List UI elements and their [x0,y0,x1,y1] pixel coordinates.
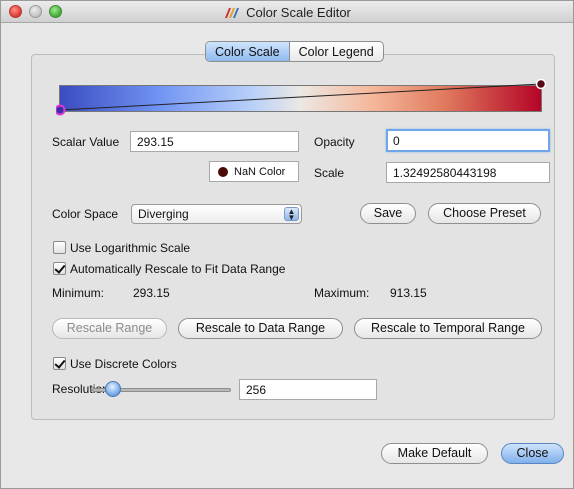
log-scale-checkbox[interactable] [53,241,66,254]
window-title-group: Color Scale Editor [1,5,573,22]
tab-color-scale[interactable]: Color Scale [206,42,290,61]
choose-preset-button[interactable]: Choose Preset [428,203,541,224]
make-default-button[interactable]: Make Default [381,443,488,464]
discrete-colors-checkbox[interactable] [53,357,66,370]
scale-label: Scale [314,166,345,180]
control-point-low[interactable] [56,104,66,116]
opacity-field[interactable] [386,129,550,152]
opacity-label: Opacity [314,135,355,149]
resolution-field[interactable] [239,379,377,400]
nan-color-swatch-icon [218,166,228,177]
color-transfer-editor[interactable] [56,77,546,121]
scale-field[interactable] [386,162,550,183]
nan-color-button[interactable]: NaN Color [209,161,299,182]
scalar-value-field[interactable] [130,131,299,152]
window-title: Color Scale Editor [246,5,351,20]
minimum-value: 293.15 [133,286,170,300]
resolution-slider-knob[interactable] [105,381,121,397]
log-scale-label: Use Logarithmic Scale [70,241,191,255]
close-button[interactable]: Close [501,443,564,464]
discrete-colors-label: Use Discrete Colors [70,357,177,371]
opacity-curve [56,78,546,116]
rescale-to-temporal-range-button[interactable]: Rescale to Temporal Range [354,318,542,339]
minimum-label: Minimum: [52,286,105,300]
tab-color-legend[interactable]: Color Legend [290,42,383,61]
chevron-updown-icon: ▲ ▼ [284,207,299,222]
nan-color-label: NaN Color [234,165,286,178]
auto-rescale-label: Automatically Rescale to Fit Data Range [70,262,286,276]
control-point-high[interactable] [535,78,546,90]
maximum-value: 913.15 [390,286,427,300]
color-space-label: Color Space [52,207,119,221]
scalar-value-label: Scalar Value [52,135,120,149]
color-scale-editor-window: Color Scale Editor Color Scale Color Leg… [0,0,574,489]
title-bar: Color Scale Editor [1,1,573,23]
color-space-select[interactable]: Diverging ▲ ▼ [131,204,302,224]
save-button[interactable]: Save [360,203,416,224]
tab-bar: Color Scale Color Legend [205,41,384,62]
paraview-icon [223,7,241,22]
auto-rescale-checkbox[interactable] [53,262,66,275]
rescale-range-button[interactable]: Rescale Range [52,318,167,339]
maximum-label: Maximum: [314,286,370,300]
rescale-to-data-range-button[interactable]: Rescale to Data Range [178,318,343,339]
color-space-value: Diverging [138,207,189,221]
